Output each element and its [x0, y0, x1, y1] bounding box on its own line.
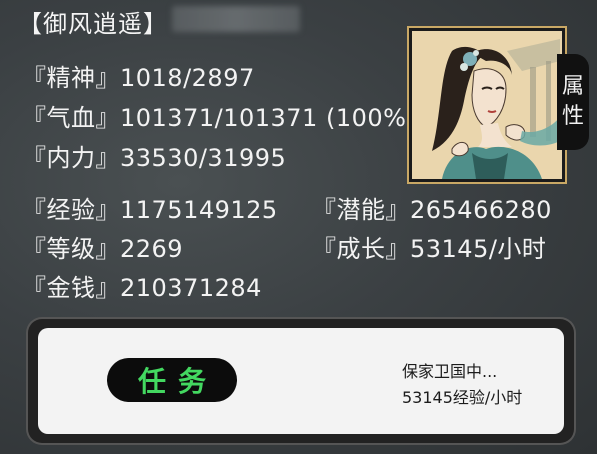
stat-inner-force: 『内力』33530/31995 — [22, 138, 286, 173]
stat-hp-label: 『气血』 — [22, 104, 120, 132]
stat-exp-label: 『经验』 — [22, 196, 120, 224]
stat-money: 『金钱』210371284 — [22, 268, 262, 303]
stat-growth-value: 53145/小时 — [410, 235, 547, 263]
task-button[interactable]: 任务 — [107, 358, 237, 402]
task-rate: 53145经验/小时 — [402, 388, 523, 407]
attributes-tab-char-1: 属 — [561, 74, 584, 99]
stat-money-label: 『金钱』 — [22, 274, 120, 302]
stat-money-value: 210371284 — [120, 274, 262, 302]
stat-level-label: 『等级』 — [22, 235, 120, 263]
stat-growth-label: 『成长』 — [312, 235, 410, 263]
stat-exp: 『经验』1175149125 — [22, 190, 278, 225]
stat-spirit: 『精神』1018/2897 — [22, 58, 255, 93]
attributes-tab-char-2: 性 — [561, 104, 584, 129]
stat-inner-value: 33530/31995 — [120, 144, 287, 172]
stat-level-value: 2269 — [120, 235, 184, 263]
character-portrait[interactable] — [409, 28, 565, 182]
stat-exp-value: 1175149125 — [120, 196, 278, 224]
character-name: 【御风逍遥】 — [18, 10, 168, 38]
stat-growth: 『成长』53145/小时 — [312, 229, 546, 264]
attributes-tab[interactable]: 属 性 — [557, 54, 589, 150]
stat-level: 『等级』2269 — [22, 229, 183, 264]
portrait-illustration — [412, 31, 562, 179]
stat-spirit-label: 『精神』 — [22, 64, 120, 92]
stat-potential: 『潜能』265466280 — [312, 190, 552, 225]
blurred-username — [172, 6, 300, 32]
stat-spirit-value: 1018/2897 — [120, 64, 255, 92]
stat-potential-value: 265466280 — [410, 196, 552, 224]
stat-inner-label: 『内力』 — [22, 144, 120, 172]
stat-hp: 『气血』101371/101371 (100% — [22, 98, 410, 133]
stat-potential-label: 『潜能』 — [312, 196, 410, 224]
task-status: 保家卫国中... — [402, 362, 498, 381]
stat-hp-value: 101371/101371 (100% — [120, 104, 407, 132]
